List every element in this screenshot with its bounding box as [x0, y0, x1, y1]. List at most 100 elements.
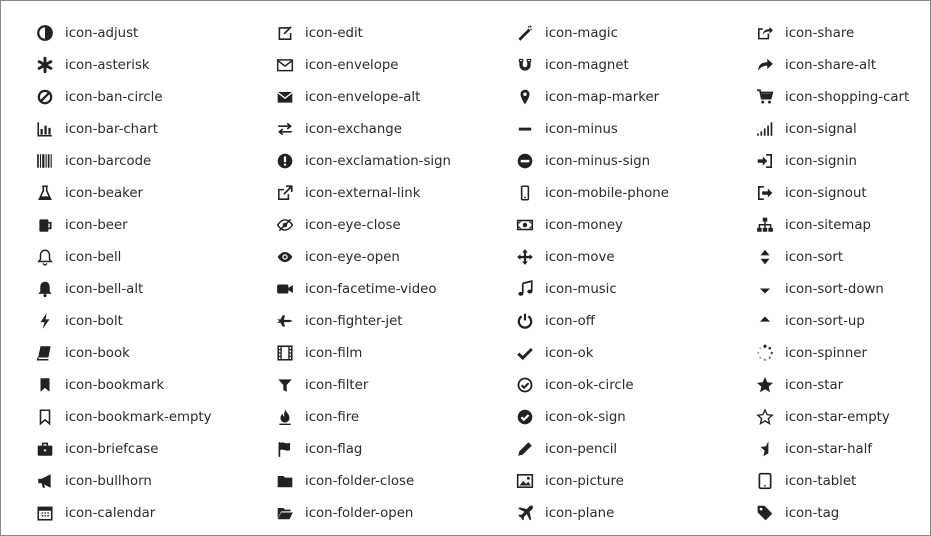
icon-list-item: icon-adjust [36, 17, 276, 49]
icon-list-item: icon-pencil [516, 433, 756, 465]
share-alt-icon [756, 56, 774, 74]
icon-label: icon-beer [65, 217, 128, 233]
sort-up-icon [756, 312, 774, 330]
icon-label: icon-minus [545, 121, 618, 137]
picture-icon [516, 472, 534, 490]
bullhorn-icon [36, 472, 54, 490]
icon-list-item: icon-sort-up [756, 305, 931, 337]
icon-label: icon-briefcase [65, 441, 159, 457]
star-half-icon [756, 440, 774, 458]
icon-list-item: icon-exchange [276, 113, 516, 145]
icon-list-item: icon-tag [756, 497, 931, 529]
icon-label: icon-filter [305, 377, 369, 393]
pencil-icon [516, 440, 534, 458]
bell-icon [36, 248, 54, 266]
magnet-icon [516, 56, 534, 74]
icon-label: icon-exclamation-sign [305, 153, 451, 169]
icon-label: icon-share-alt [785, 57, 877, 73]
icon-label: icon-star-empty [785, 409, 890, 425]
icon-list-item: icon-bullhorn [36, 465, 276, 497]
icon-label: icon-signout [785, 185, 867, 201]
icon-grid: icon-adjust icon-edit icon-magic icon-share… [36, 17, 931, 529]
icon-list-item: icon-magnet [516, 49, 756, 81]
icon-label: icon-ok [545, 345, 594, 361]
icon-list-item: icon-bell [36, 241, 276, 273]
icon-label: icon-edit [305, 25, 363, 41]
icon-label: icon-calendar [65, 505, 156, 521]
icon-label: icon-folder-open [305, 505, 414, 521]
icon-label: icon-envelope-alt [305, 89, 421, 105]
ok-icon [516, 344, 534, 362]
asterisk-icon [36, 56, 54, 74]
icon-label: icon-plane [545, 505, 615, 521]
icon-list-item: icon-envelope-alt [276, 81, 516, 113]
icon-list-item: icon-bookmark [36, 369, 276, 401]
icon-list-item: icon-picture [516, 465, 756, 497]
sitemap-icon [756, 216, 774, 234]
icon-list-item: icon-plane [516, 497, 756, 529]
icon-list-item: icon-briefcase [36, 433, 276, 465]
external-link-icon [276, 184, 294, 202]
magic-icon [516, 24, 534, 42]
star-empty-icon [756, 408, 774, 426]
share-icon [756, 24, 774, 42]
icon-label: icon-tablet [785, 473, 857, 489]
icon-label: icon-sitemap [785, 217, 871, 233]
icon-label: icon-facetime-video [305, 281, 437, 297]
icon-label: icon-adjust [65, 25, 139, 41]
icon-list-item: icon-envelope [276, 49, 516, 81]
spinner-icon [756, 344, 774, 362]
icon-list-item: icon-bolt [36, 305, 276, 337]
icon-label: icon-signal [785, 121, 857, 137]
icon-label: icon-ban-circle [65, 89, 163, 105]
icon-list-item: icon-calendar [36, 497, 276, 529]
minus-icon [516, 120, 534, 138]
mobile-phone-icon [516, 184, 534, 202]
icon-list-item: icon-magic [516, 17, 756, 49]
icon-label: icon-music [545, 281, 617, 297]
fire-icon [276, 408, 294, 426]
envelope-alt-icon [276, 88, 294, 106]
folder-open-icon [276, 504, 294, 522]
icon-label: icon-eye-open [305, 249, 400, 265]
icon-list-item: icon-eye-open [276, 241, 516, 273]
icon-label: icon-bar-chart [65, 121, 158, 137]
icon-list-item: icon-signout [756, 177, 931, 209]
icon-label: icon-mobile-phone [545, 185, 669, 201]
icon-label: icon-tag [785, 505, 840, 521]
icon-label: icon-beaker [65, 185, 144, 201]
icon-list-item: icon-shopping-cart [756, 81, 931, 113]
icon-list-item: icon-beer [36, 209, 276, 241]
icon-label: icon-sort-down [785, 281, 884, 297]
filter-icon [276, 376, 294, 394]
icon-list-item: icon-signal [756, 113, 931, 145]
icon-list-item: icon-sitemap [756, 209, 931, 241]
icon-label: icon-envelope [305, 57, 399, 73]
icon-list-item: icon-music [516, 273, 756, 305]
icon-label: icon-ok-sign [545, 409, 626, 425]
film-icon [276, 344, 294, 362]
exclamation-sign-icon [276, 152, 294, 170]
icon-list-item: icon-sort [756, 241, 931, 273]
icon-list-item: icon-off [516, 305, 756, 337]
icon-list-item: icon-fighter-jet [276, 305, 516, 337]
ban-circle-icon [36, 88, 54, 106]
icon-list-item: icon-bookmark-empty [36, 401, 276, 433]
sort-down-icon [756, 280, 774, 298]
icon-label: icon-exchange [305, 121, 402, 137]
icon-list-item: icon-book [36, 337, 276, 369]
star-icon [756, 376, 774, 394]
signout-icon [756, 184, 774, 202]
sort-icon [756, 248, 774, 266]
icon-label: icon-bullhorn [65, 473, 152, 489]
icon-label: icon-bookmark [65, 377, 165, 393]
beer-icon [36, 216, 54, 234]
icon-label: icon-asterisk [65, 57, 150, 73]
beaker-icon [36, 184, 54, 202]
off-icon [516, 312, 534, 330]
signal-icon [756, 120, 774, 138]
icon-label: icon-eye-close [305, 217, 401, 233]
icon-label: icon-fire [305, 409, 360, 425]
folder-close-icon [276, 472, 294, 490]
tag-icon [756, 504, 774, 522]
